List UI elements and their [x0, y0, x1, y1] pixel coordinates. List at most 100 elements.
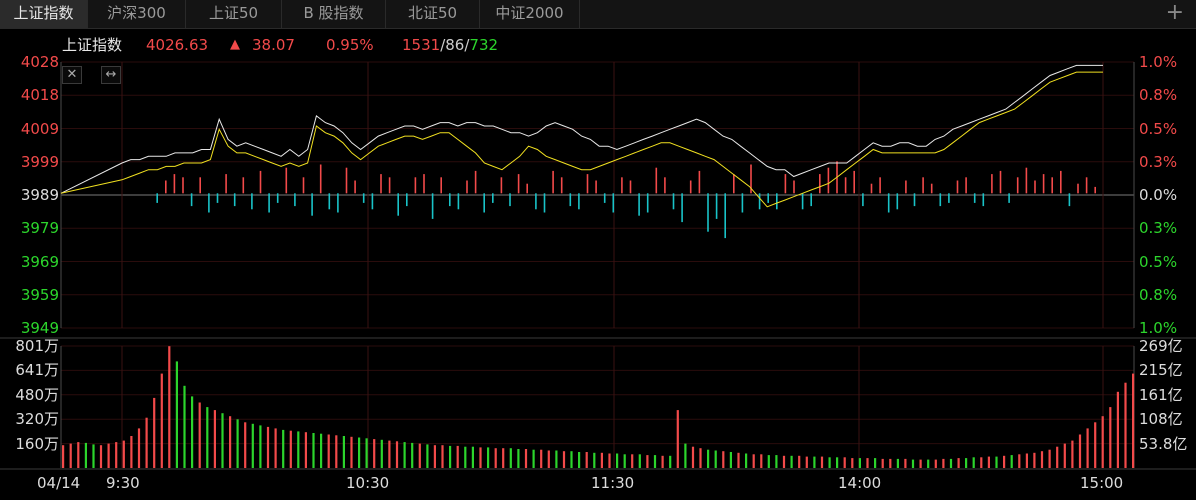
volume-bar — [84, 442, 87, 468]
volume-bar — [889, 458, 892, 468]
volume-bar — [805, 456, 808, 468]
decline-bar — [509, 193, 511, 207]
volume-bar — [350, 436, 353, 468]
y-tick-left: 3959 — [20, 285, 59, 304]
volume-bar — [130, 436, 133, 468]
decline-bar — [492, 193, 494, 203]
price-lines — [60, 64, 1103, 208]
volume-bar — [198, 402, 201, 468]
volume-bar — [395, 441, 399, 468]
decline-bar — [535, 193, 537, 210]
volume-bar — [77, 442, 80, 468]
volume-bar — [494, 448, 497, 468]
volume-bar — [464, 446, 467, 468]
volume-bar — [828, 457, 831, 468]
volume-bar — [949, 458, 953, 468]
decline-bar — [233, 193, 236, 207]
advance-bar — [165, 180, 167, 194]
volume-bars — [62, 346, 1135, 468]
advance-bar — [655, 167, 658, 194]
y-tick-right: 0.3% — [1139, 219, 1178, 238]
decline-bar — [362, 193, 365, 203]
volume-bar — [995, 456, 998, 468]
decline-bar — [190, 193, 193, 207]
advance-bar — [380, 174, 382, 194]
advance-bar — [440, 177, 442, 194]
volume-bar — [676, 410, 679, 468]
volume-bar — [752, 454, 755, 468]
volume-bar — [1056, 446, 1059, 468]
volume-tick-left: 320万 — [15, 410, 59, 429]
advance-bar — [621, 177, 623, 194]
decline-bar — [862, 193, 864, 207]
volume-bar — [669, 455, 672, 468]
average-price-line — [60, 71, 1103, 208]
volume-bar — [145, 417, 148, 468]
advance-bar — [595, 180, 597, 194]
y-tick-left: 3969 — [20, 252, 59, 271]
decline-bar — [449, 193, 451, 207]
advance-bar — [586, 174, 589, 194]
volume-bar — [175, 361, 178, 468]
close-icon[interactable]: ✕ — [62, 66, 82, 84]
advance-bar — [922, 177, 924, 194]
decline-bar — [1008, 193, 1010, 203]
decline-bar — [1068, 193, 1071, 207]
volume-bar — [631, 454, 634, 468]
advance-bar — [629, 180, 632, 194]
decline-bar — [939, 193, 942, 207]
turnover-tick-right: 161亿 — [1139, 385, 1183, 404]
volume-bar — [251, 423, 254, 468]
decline-bar — [913, 193, 916, 207]
decline-bar — [208, 193, 210, 213]
advance-bar — [552, 170, 554, 194]
volume-bar — [289, 430, 292, 468]
advance-bar — [870, 183, 873, 194]
volume-bar — [820, 456, 824, 468]
decline-bar — [672, 193, 675, 210]
volume-bar — [798, 455, 801, 468]
turnover-tick-right: 53.8亿 — [1139, 434, 1188, 453]
volume-bar — [707, 449, 710, 468]
volume-bar — [570, 451, 573, 468]
decline-bar — [276, 193, 279, 203]
volume-bar — [449, 445, 452, 468]
intraday-chart[interactable] — [0, 0, 1196, 500]
volume-bar — [229, 416, 232, 468]
advance-bar — [259, 170, 262, 194]
advance-bar — [879, 177, 881, 194]
advance-bar — [285, 167, 288, 194]
advance-bar — [517, 174, 520, 194]
volume-bar — [244, 422, 247, 468]
volume-bar — [433, 445, 436, 468]
volume-bar — [266, 426, 270, 468]
volume-bar — [358, 437, 361, 468]
y-tick-right: 1.0% — [1139, 319, 1178, 337]
volume-bar — [1048, 449, 1051, 468]
advance-bar — [689, 180, 692, 194]
decline-bar — [457, 193, 460, 210]
volume-bar — [153, 397, 156, 468]
volume-bar — [1116, 391, 1119, 468]
decline-bar — [431, 193, 434, 219]
advance-bar — [1025, 167, 1028, 194]
volume-bar — [745, 453, 748, 468]
x-tick-time: 9:30 — [106, 474, 140, 492]
advance-bar — [199, 177, 201, 194]
volume-bar — [608, 453, 611, 468]
resize-horizontal-icon[interactable]: ↔ — [101, 66, 121, 84]
volume-bar — [99, 445, 103, 468]
advance-bar — [474, 170, 477, 194]
decline-bar — [371, 193, 374, 210]
volume-bar — [122, 440, 125, 468]
x-tick-time: 11:30 — [591, 474, 635, 492]
volume-bar — [782, 455, 786, 468]
volume-bar — [335, 435, 338, 468]
volume-bar — [418, 443, 421, 468]
y-tick-left: 4028 — [20, 53, 59, 71]
decline-bar — [603, 193, 606, 203]
advance-bar — [388, 177, 391, 194]
volume-bar — [115, 442, 118, 468]
decline-bar — [758, 193, 761, 210]
y-tick-left: 4009 — [20, 119, 59, 138]
